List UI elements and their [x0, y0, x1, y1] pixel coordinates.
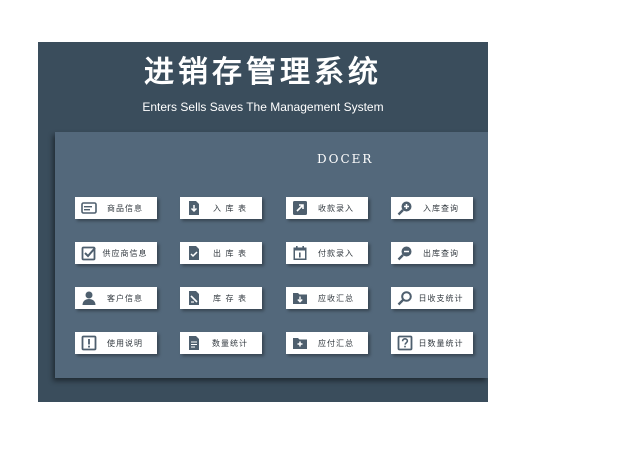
receivable-summary-button[interactable]: 应收汇总 — [286, 287, 368, 309]
product-info-label: 商品信息 — [107, 203, 143, 213]
customer-info-label: 客户信息 — [107, 293, 143, 303]
document-icon — [186, 335, 202, 351]
stock-out-query-label: 出库查询 — [423, 248, 459, 258]
zoom-out-icon — [397, 245, 413, 261]
receivable-summary-label: 应收汇总 — [318, 293, 354, 303]
user-guide-label: 使用说明 — [107, 338, 143, 348]
daily-income-expense-button[interactable]: 日收支统计 — [391, 287, 473, 309]
brand-label: DOCER — [317, 152, 374, 166]
calendar-icon — [292, 245, 308, 261]
payable-summary-label: 应付汇总 — [318, 338, 354, 348]
quantity-stats-button[interactable]: 数量统计 — [180, 332, 262, 354]
payment-entry-button[interactable]: 付款录入 — [286, 242, 368, 264]
search-icon — [397, 290, 413, 306]
receipt-entry-button[interactable]: 收款录入 — [286, 197, 368, 219]
daily-quantity-stats-button[interactable]: 日数量统计 — [391, 332, 473, 354]
stock-out-query-button[interactable]: 出库查询 — [391, 242, 473, 264]
menu-panel: DOCER 商品信息 入 库 表 收款录入 入库查询 供应商信息 出 库 表 付… — [55, 132, 488, 378]
external-arrow-icon — [292, 200, 308, 216]
folder-download-icon — [292, 290, 308, 306]
payable-summary-button[interactable]: 应付汇总 — [286, 332, 368, 354]
dashboard: 进销存管理系统 Enters Sells Saves The Managemen… — [38, 42, 488, 402]
product-info-button[interactable]: 商品信息 — [75, 197, 157, 219]
daily-quantity-stats-label: 日数量统计 — [418, 338, 464, 348]
receipt-entry-label: 收款录入 — [318, 203, 354, 213]
stock-in-table-button[interactable]: 入 库 表 — [180, 197, 262, 219]
user-guide-button[interactable]: 使用说明 — [75, 332, 157, 354]
supplier-info-label: 供应商信息 — [102, 248, 148, 258]
payment-entry-label: 付款录入 — [318, 248, 354, 258]
file-pen-icon — [186, 290, 202, 306]
folder-plus-icon — [292, 335, 308, 351]
stock-in-query-button[interactable]: 入库查询 — [391, 197, 473, 219]
inventory-table-button[interactable]: 库 存 表 — [180, 287, 262, 309]
inventory-table-label: 库 存 表 — [212, 293, 248, 303]
checkbox-icon — [81, 245, 97, 261]
question-icon — [397, 335, 413, 351]
address-card-icon — [81, 200, 97, 216]
stock-in-query-label: 入库查询 — [423, 203, 459, 213]
user-icon — [81, 290, 97, 306]
file-check-icon — [186, 245, 202, 261]
exclamation-icon — [81, 335, 97, 351]
daily-income-expense-label: 日收支统计 — [418, 293, 464, 303]
stock-in-table-label: 入 库 表 — [212, 203, 248, 213]
stock-out-table-label: 出 库 表 — [212, 248, 248, 258]
stock-out-table-button[interactable]: 出 库 表 — [180, 242, 262, 264]
quantity-stats-label: 数量统计 — [212, 338, 248, 348]
supplier-info-button[interactable]: 供应商信息 — [75, 242, 157, 264]
customer-info-button[interactable]: 客户信息 — [75, 287, 157, 309]
file-download-icon — [186, 200, 202, 216]
zoom-in-icon — [397, 200, 413, 216]
page-subtitle: Enters Sells Saves The Management System — [142, 100, 384, 114]
page-title: 进销存管理系统 — [144, 55, 382, 90]
